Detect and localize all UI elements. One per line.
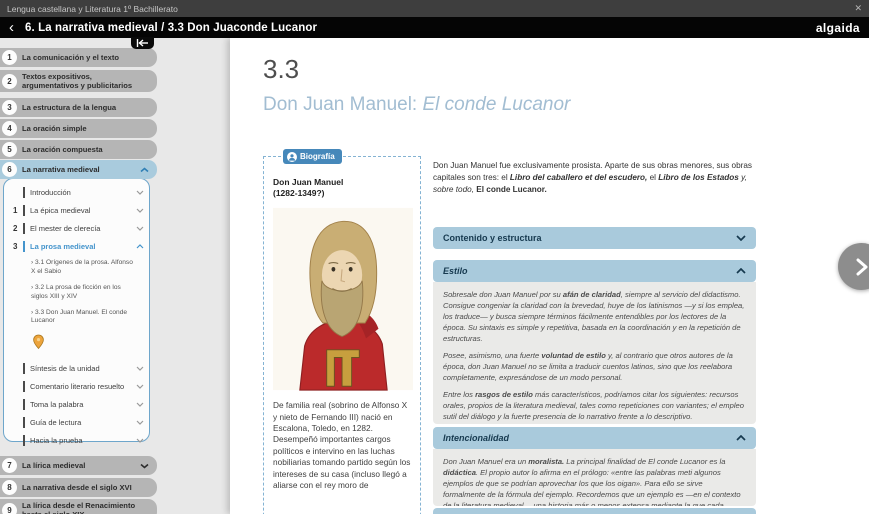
section-number: 3.3: [263, 54, 300, 84]
section-item-introduccion[interactable]: Introducción: [10, 187, 144, 198]
unit-number: 4: [2, 121, 17, 136]
estilo-paragraph-2: Posee, asimismo, una fuerte voluntad de …: [443, 351, 733, 382]
accordion-intencionalidad-content: Don Juan Manuel era un moralista. La pri…: [433, 449, 756, 506]
section-label: Introducción: [30, 188, 71, 197]
section-label: Comentario literario resuelto: [30, 382, 125, 392]
unit-number: 9: [2, 502, 17, 514]
section-label: El mester de clerecía: [30, 224, 101, 233]
estilo-paragraph-3: Entre los rasgos de estilo más caracterí…: [443, 390, 744, 421]
chevron-down-icon[interactable]: [136, 208, 144, 213]
section-label: La prosa medieval: [30, 242, 96, 251]
chevron-up-icon: [736, 268, 746, 274]
section-item-toma[interactable]: Toma la palabra: [10, 399, 144, 411]
unit-label: La estructura de la lengua: [22, 102, 117, 112]
unit-label: La lírica desde el Renacimiento hasta el…: [22, 501, 136, 514]
os-titlebar: Lengua castellana y Literatura 1º Bachil…: [0, 0, 869, 17]
app-header: ‹ 6. La narrativa medieval / 3.3 Don Jua…: [0, 17, 869, 38]
chevron-right-icon: [856, 258, 867, 275]
unit-number: 3: [2, 100, 17, 115]
accordion-intencionalidad-header[interactable]: Intencionalidad: [433, 427, 756, 449]
unit-number: 6: [2, 162, 17, 177]
sidebar-item-unit3[interactable]: 3 La estructura de la lengua: [0, 98, 157, 117]
chevron-down-icon[interactable]: [136, 384, 144, 390]
unit-number: 8: [2, 480, 17, 495]
sidebar-item-unit9[interactable]: 9 La lírica desde el Renacimiento hasta …: [0, 499, 157, 514]
biography-text: De familia real (sobrino de Alfonso X y …: [273, 400, 411, 491]
chevron-down-icon[interactable]: [136, 190, 144, 195]
unit-number: 5: [2, 142, 17, 157]
person-icon: [287, 151, 297, 162]
next-accordion-peek[interactable]: [433, 508, 756, 514]
intro-paragraph: Don Juan Manuel fue exclusivamente prosi…: [433, 161, 753, 194]
unit-label: La narrativa medieval: [22, 164, 100, 174]
biography-name: Don Juan Manuel (1282-1349?): [273, 177, 344, 199]
chevron-up-icon: [736, 435, 746, 441]
location-pin-icon[interactable]: [32, 334, 144, 355]
app-window: Lengua castellana y Literatura 1º Bachil…: [0, 0, 869, 514]
section-label: Toma la palabra: [30, 400, 84, 410]
unit-label: La oración compuesta: [22, 144, 103, 154]
section-label: Hacia la prueba: [30, 436, 83, 446]
intencionalidad-paragraph-1: Don Juan Manuel era un moralista. La pri…: [443, 457, 741, 506]
subsection-item-3-1[interactable]: › 3.1 Orígenes de la prosa. Alfonso X el…: [31, 259, 138, 277]
accordion-estilo-header[interactable]: Estilo: [433, 260, 756, 282]
unit-label: La comunicación y el texto: [22, 52, 120, 62]
section-label: La épica medieval: [30, 206, 91, 215]
biography-tag: Biografía: [283, 149, 342, 164]
unit-label: La narrativa desde el siglo XVI: [22, 482, 132, 492]
sidebar-item-unit1[interactable]: 1 La comunicación y el texto: [0, 48, 157, 67]
chevron-down-icon[interactable]: [136, 402, 144, 408]
chevron-down-icon[interactable]: [136, 438, 144, 444]
section-item-comentario[interactable]: Comentario literario resuelto: [10, 381, 144, 393]
breadcrumb: 6. La narrativa medieval / 3.3 Don Juaco…: [25, 21, 318, 34]
window-title: Lengua castellana y Literatura 1º Bachil…: [7, 3, 178, 14]
section-item-hacia[interactable]: Hacia la prueba: [10, 435, 144, 447]
chevron-down-icon[interactable]: [136, 366, 144, 372]
content-page: 3.3 Don Juan Manuel: El conde Lucanor Bi…: [230, 38, 869, 514]
sidebar-collapse-button[interactable]: [131, 37, 154, 49]
page-title: Don Juan Manuel: El conde Lucanor: [263, 94, 571, 115]
accordion-contenido-header[interactable]: Contenido y estructura: [433, 227, 756, 249]
unit-label: La lírica medieval: [22, 460, 86, 470]
section-item-sintesis[interactable]: Síntesis de la unidad: [10, 363, 144, 375]
algaida-logo: algaida: [815, 20, 860, 35]
section-item-prosa[interactable]: 3 La prosa medieval: [10, 241, 144, 252]
unit-label: Textos expositivos, argumentativos y pub…: [22, 72, 133, 91]
chevron-down-icon[interactable]: [140, 463, 149, 469]
sidebar-item-unit7[interactable]: 7 La lírica medieval: [0, 456, 157, 475]
sidebar-item-unit6[interactable]: 6 La narrativa medieval: [0, 160, 157, 179]
section-item-epica[interactable]: 1 La épica medieval: [10, 205, 144, 216]
section-label: Síntesis de la unidad: [30, 364, 100, 374]
sidebar-item-unit8[interactable]: 8 La narrativa desde el siglo XVI: [0, 478, 157, 497]
unit-number: 7: [2, 458, 17, 473]
sidebar-item-unit2[interactable]: 2 Textos expositivos, argumentativos y p…: [0, 70, 157, 93]
section-item-guia[interactable]: Guía de lectura: [10, 417, 144, 429]
unit-number: 1: [2, 50, 17, 65]
section-item-mester[interactable]: 2 El mester de clerecía: [10, 223, 144, 234]
accordion-estilo-content: Sobresale don Juan Manuel por su afán de…: [433, 282, 756, 424]
close-icon[interactable]: ✕: [854, 3, 862, 14]
portrait-don-juan-manuel: [273, 207, 413, 391]
collapse-left-icon: [136, 39, 148, 47]
unit-label: La oración simple: [22, 123, 87, 133]
section-label: Guía de lectura: [30, 418, 82, 428]
unit-number: 2: [2, 73, 17, 89]
chevron-down-icon: [736, 235, 746, 241]
back-icon[interactable]: ‹: [9, 20, 14, 35]
sidebar-item-unit4[interactable]: 4 La oración simple: [0, 119, 157, 138]
chevron-down-icon[interactable]: [136, 420, 144, 426]
sidebar-item-unit5[interactable]: 5 La oración compuesta: [0, 140, 157, 159]
biography-box: Biografía Don Juan Manuel (1282-1349?) D…: [263, 149, 421, 514]
estilo-paragraph-1: Sobresale don Juan Manuel por su afán de…: [443, 290, 745, 343]
chevron-up-icon[interactable]: [140, 166, 149, 173]
chevron-up-icon[interactable]: [136, 244, 144, 249]
chevron-down-icon[interactable]: [136, 226, 144, 231]
subsection-item-3-2[interactable]: › 3.2 La prosa de ficción en los siglos …: [31, 284, 138, 302]
unit6-sections-panel: Introducción 1 La épica medieval 2 El me…: [3, 178, 150, 447]
subsection-item-3-3[interactable]: › 3.3 Don Juan Manuel. El conde Lucanor: [31, 309, 138, 327]
